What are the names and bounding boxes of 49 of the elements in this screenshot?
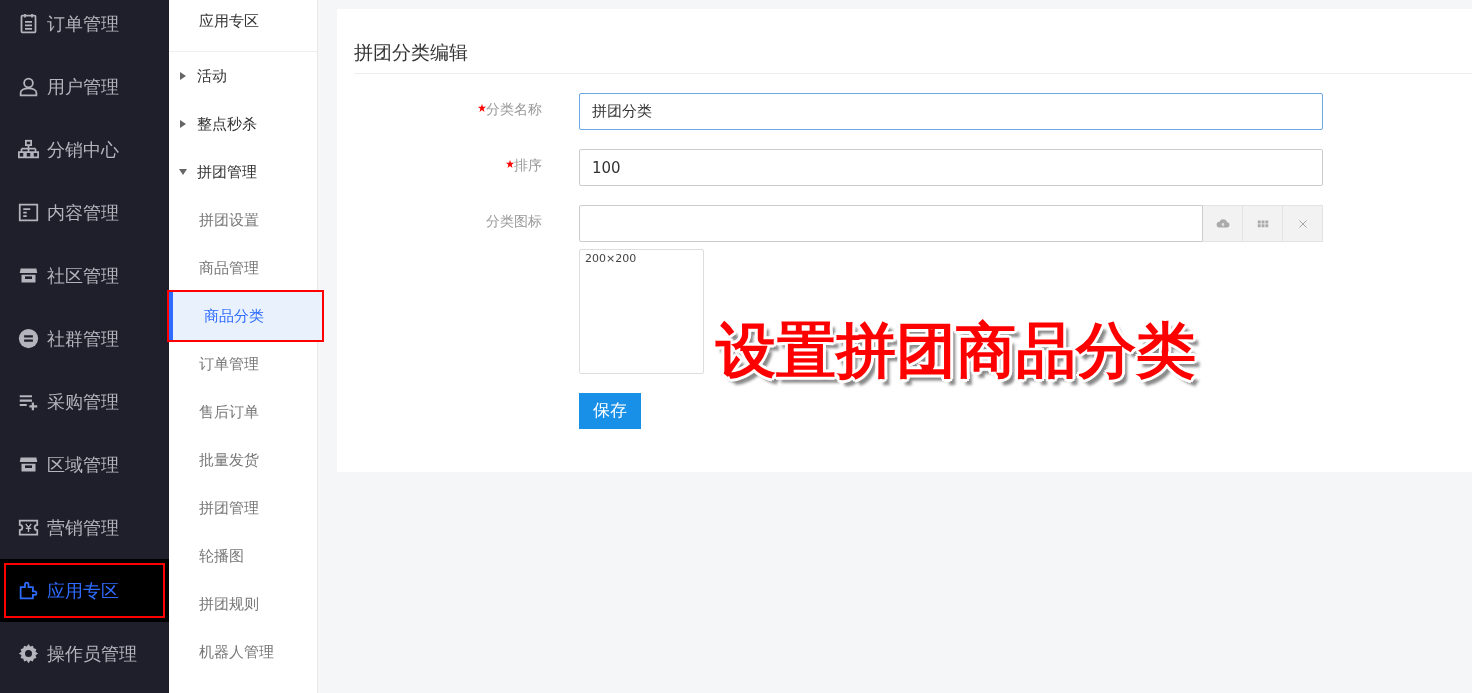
submenu-item[interactable]: 售后订单 [169, 388, 317, 436]
sidebar-item[interactable]: 分销中心 [0, 118, 169, 181]
upload-button[interactable] [1203, 205, 1243, 242]
field-label: 分类名称 [486, 100, 542, 119]
caret-icon [179, 72, 187, 80]
submenu-group[interactable]: 拼团管理 [169, 148, 317, 196]
ticket-icon [18, 517, 39, 538]
input-field[interactable] [579, 205, 1203, 242]
field-label: 分类图标 [486, 212, 542, 231]
submenu-item[interactable]: 拼团规则 [169, 580, 317, 628]
caret-icon [179, 168, 187, 176]
preview-size: 200×200 [585, 252, 637, 265]
sidebar-item[interactable]: 社群管理 [0, 307, 169, 370]
input-field[interactable]: 拼团分类 [579, 93, 1323, 130]
document-icon [18, 202, 39, 223]
sidebar-item[interactable]: 社区管理 [0, 244, 169, 307]
submenu-item[interactable]: 拼团管理 [169, 484, 317, 532]
input-field[interactable]: 100 [579, 149, 1323, 186]
page-title: 拼团分类编辑 [354, 9, 1472, 74]
submenu-item[interactable]: 批量发货 [169, 436, 317, 484]
upload-icon [1215, 216, 1230, 231]
close-button[interactable] [1283, 205, 1323, 242]
sidebar-item[interactable]: 区域管理 [0, 433, 169, 496]
user-icon [18, 76, 39, 97]
grid-button[interactable] [1243, 205, 1283, 242]
sidebar-item[interactable]: 应用专区 [0, 559, 169, 622]
submenu-item[interactable]: 商品管理 [169, 244, 317, 292]
puzzle-icon [18, 580, 39, 601]
gear-icon [18, 643, 39, 664]
submenu-item[interactable]: 订单管理 [169, 340, 317, 388]
sidebar-item[interactable]: 内容管理 [0, 181, 169, 244]
submenu-group[interactable]: 活动 [169, 52, 317, 100]
submenu-title: 应用专区 [169, 0, 317, 52]
sidebar-item[interactable]: 操作员管理 [0, 622, 169, 685]
submenu-item[interactable]: 轮播图 [169, 532, 317, 580]
sidebar-item[interactable]: 营销管理 [0, 496, 169, 559]
equals-icon [18, 328, 39, 349]
annotation-caption: 设置拼团商品分类 [716, 314, 1196, 387]
hierarchy-icon [18, 139, 39, 160]
sidebar-item[interactable]: 订单管理 [0, 0, 169, 55]
caret-icon [179, 120, 187, 128]
submenu-group[interactable]: 整点秒杀 [169, 100, 317, 148]
submenu-item[interactable]: 拼团设置 [169, 196, 317, 244]
clipboard-icon [18, 13, 39, 34]
sidebar-item[interactable]: 用户管理 [0, 55, 169, 118]
submenu-item[interactable]: 机器人管理 [169, 628, 317, 676]
sidebar-item[interactable]: 采购管理 [0, 370, 169, 433]
submenu-item[interactable]: 商品分类 [169, 292, 322, 340]
field-label: 排序 [514, 156, 542, 175]
